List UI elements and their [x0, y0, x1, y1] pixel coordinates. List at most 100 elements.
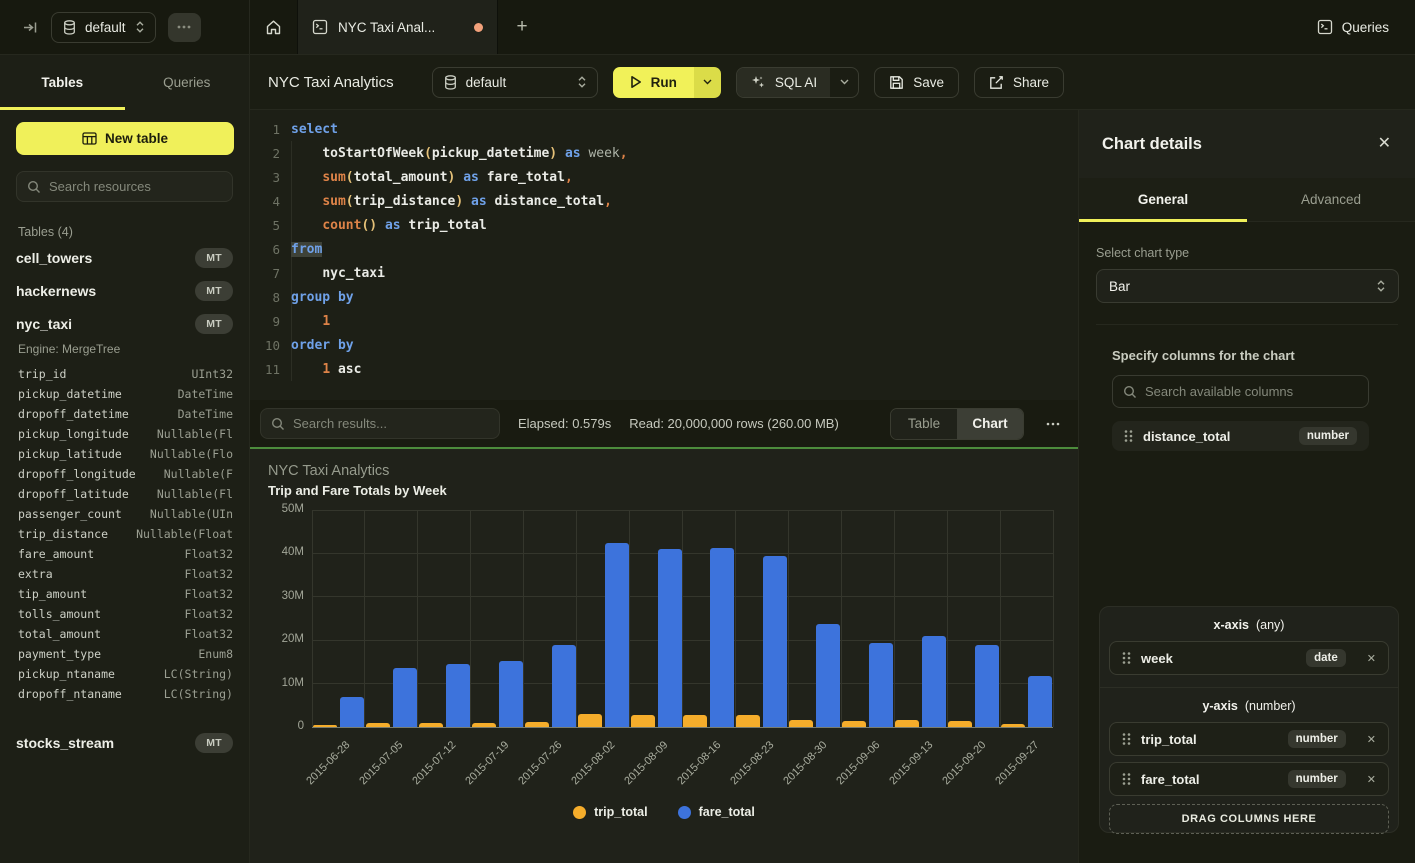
chart-details-panel: Chart details ✕ General Advanced Select …: [1078, 110, 1415, 863]
search-icon: [1123, 385, 1137, 399]
updown-chevron-icon: [1376, 279, 1386, 293]
code-line: 1select: [250, 117, 1078, 141]
code-line: 2 toStartOfWeek(pickup_datetime) as week…: [250, 141, 1078, 165]
legend-item[interactable]: fare_total: [678, 805, 755, 819]
column-row: tip_amountFloat32: [18, 584, 233, 604]
tab-nyc-taxi-analytics[interactable]: NYC Taxi Anal...: [297, 0, 498, 54]
spacer: [16, 714, 233, 726]
column-chip-fare_total[interactable]: fare_totalnumber✕: [1109, 762, 1389, 796]
save-button[interactable]: Save: [874, 67, 959, 98]
sidebar-tab-tables[interactable]: Tables: [0, 55, 125, 110]
code-text: sum(trip_distance) as distance_total,: [291, 194, 612, 209]
sql-ai-button[interactable]: SQL AI: [737, 68, 830, 97]
table-row[interactable]: cell_towersMT: [16, 241, 233, 274]
column-name: total_amount: [18, 627, 101, 641]
column-row: dropoff_ntanameLC(String): [18, 684, 233, 704]
column-chip-name: trip_total: [1141, 732, 1197, 747]
y-tick-label: 20M: [264, 633, 304, 645]
column-type-badge: number: [1288, 730, 1346, 748]
sql-ai-button-group: SQL AI: [736, 67, 859, 98]
column-type: Nullable(F: [164, 467, 233, 481]
remove-icon[interactable]: ✕: [1365, 731, 1378, 748]
column-type-badge: number: [1288, 770, 1346, 788]
unsaved-dot: [474, 23, 483, 32]
engine-badge: MT: [195, 314, 233, 334]
drag-handle-icon[interactable]: [1122, 772, 1131, 786]
column-chip-trip_total[interactable]: trip_total number ✕: [1109, 722, 1389, 756]
engine-badge: MT: [195, 281, 233, 301]
bar-trip_total: [366, 723, 390, 727]
remove-icon[interactable]: ✕: [1365, 650, 1378, 667]
column-chip-distance_total[interactable]: distance_totalnumber: [1112, 421, 1369, 451]
run-button[interactable]: Run: [613, 67, 694, 98]
drop-zone[interactable]: DRAG COLUMNS HERE: [1109, 804, 1389, 834]
bar-chart-plot: 010M20M30M40M50M2015-06-282015-07-052015…: [312, 510, 1053, 727]
tab-advanced[interactable]: Advanced: [1247, 178, 1415, 221]
query-header-buttons: default Run SQL AI: [432, 67, 1064, 98]
legend-item[interactable]: trip_total: [573, 805, 647, 819]
view-toggle-chart[interactable]: Chart: [957, 409, 1023, 439]
column-name: dropoff_latitude: [18, 487, 129, 501]
specify-columns-label: Specify columns for the chart: [1112, 348, 1415, 363]
chart-details-title: Chart details: [1102, 135, 1202, 154]
more-options-button[interactable]: [168, 13, 201, 42]
column-name: extra: [18, 567, 53, 581]
column-row: pickup_datetimeDateTime: [18, 384, 233, 404]
line-number: 1: [250, 122, 280, 137]
column-type: LC(String): [164, 687, 233, 701]
code-line: 8group by: [250, 285, 1078, 309]
database-icon: [444, 75, 457, 90]
sidebar: New table Tables (4) cell_towersMThacker…: [0, 110, 250, 863]
elapsed-stat: Elapsed: 0.579s: [518, 416, 611, 431]
database-selector-top[interactable]: default: [51, 12, 156, 43]
column-type-badge: number: [1299, 427, 1357, 445]
results-more-button[interactable]: [1042, 418, 1064, 430]
new-table-button[interactable]: New table: [16, 122, 234, 155]
drag-handle-icon[interactable]: [1122, 651, 1131, 665]
table-row[interactable]: stocks_streamMT: [16, 726, 233, 759]
gridline-v: [1053, 510, 1054, 727]
columns-search-input[interactable]: [1145, 384, 1358, 399]
drag-handle-icon[interactable]: [1122, 732, 1131, 746]
sidebar-collapse-icon[interactable]: [22, 19, 39, 36]
chevron-down-icon: [703, 79, 712, 85]
app-window: default NYC Taxi Anal... +: [0, 0, 1415, 863]
legend-label: trip_total: [594, 805, 647, 819]
chart-legend: trip_total fare_total: [250, 805, 1078, 819]
table-row[interactable]: nyc_taxiMT: [16, 307, 233, 340]
bar-fare_total: [1028, 676, 1052, 727]
sidebar-tab-queries[interactable]: Queries: [125, 55, 250, 110]
drag-handle-icon[interactable]: [1124, 429, 1133, 443]
column-chip-week[interactable]: weekdate✕: [1109, 641, 1389, 675]
view-toggle-table[interactable]: Table: [891, 409, 957, 439]
results-search-input[interactable]: [293, 416, 489, 431]
column-row: pickup_longitudeNullable(Fl: [18, 424, 233, 444]
code-line: 10order by: [250, 333, 1078, 357]
line-number: 3: [250, 170, 280, 185]
home-button[interactable]: [250, 0, 297, 54]
close-icon[interactable]: ✕: [1378, 136, 1391, 152]
database-selector-query[interactable]: default: [432, 67, 598, 98]
search-icon: [271, 417, 285, 431]
bar-trip_total: [419, 723, 443, 727]
tab-general[interactable]: General: [1079, 178, 1247, 221]
gridline-v: [1000, 510, 1001, 727]
bar-trip_total: [313, 725, 337, 727]
new-tab-button[interactable]: +: [498, 0, 546, 54]
queries-link[interactable]: Queries: [1317, 19, 1389, 35]
sidebar-search-input[interactable]: [49, 179, 222, 194]
sql-editor[interactable]: 1select2 toStartOfWeek(pickup_datetime) …: [250, 110, 1078, 400]
sql-ai-options-button[interactable]: [830, 68, 858, 97]
code-line: 11 1 asc: [250, 357, 1078, 381]
remove-icon[interactable]: ✕: [1365, 771, 1378, 788]
column-name: pickup_longitude: [18, 427, 129, 441]
chart-title: NYC Taxi Analytics: [268, 463, 389, 479]
column-name: dropoff_longitude: [18, 467, 136, 481]
share-button[interactable]: Share: [974, 67, 1064, 98]
code-text: group by: [291, 290, 354, 305]
chart-type-select[interactable]: Bar: [1096, 269, 1399, 303]
column-row: payment_typeEnum8: [18, 644, 233, 664]
table-row[interactable]: hackernewsMT: [16, 274, 233, 307]
bar-trip_total: [631, 715, 655, 727]
run-options-button[interactable]: [694, 67, 721, 98]
